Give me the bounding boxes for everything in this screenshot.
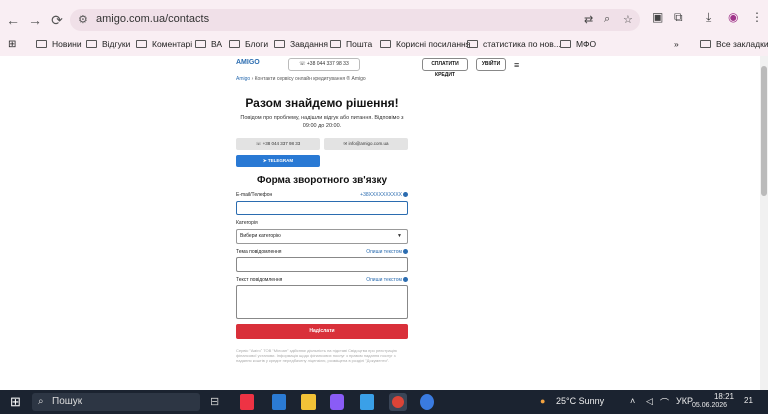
info-icon[interactable] bbox=[403, 277, 408, 283]
search-icon: ⌕ bbox=[38, 396, 44, 407]
menu-icon[interactable]: ⋮ bbox=[751, 10, 763, 24]
explorer-app-icon[interactable] bbox=[301, 394, 316, 410]
bookmark-folder[interactable]: Завдання bbox=[274, 37, 328, 51]
email-field[interactable] bbox=[236, 201, 408, 215]
bookmarks-overflow[interactable]: » bbox=[674, 37, 679, 51]
message-label: Текст повідомлення bbox=[236, 277, 283, 283]
bookmark-folder[interactable]: Корисні посилання bbox=[380, 37, 470, 51]
message-hint: Опиши текстом bbox=[366, 277, 408, 283]
chevron-down-icon: ▼ bbox=[397, 233, 402, 239]
bookmark-folder[interactable]: Пошта bbox=[330, 37, 372, 51]
email-label: E-mail/Телефон bbox=[236, 192, 273, 198]
bookmark-folder[interactable]: Коментарі bbox=[136, 37, 192, 51]
category-select[interactable]: Вибери категорію ▼ bbox=[236, 229, 408, 244]
clock-time[interactable]: 18:21 bbox=[698, 392, 734, 401]
contact-email-button[interactable]: ✉ info@amigo.com.ua bbox=[324, 138, 408, 150]
scroll-thumb[interactable] bbox=[761, 66, 767, 196]
notification-badge[interactable]: 21 bbox=[744, 396, 753, 405]
email-hint: +38XXXXXXXXXX bbox=[360, 192, 408, 198]
bookmark-folder[interactable]: ВА bbox=[195, 37, 222, 51]
subject-label: Тема повідомлення bbox=[236, 249, 282, 255]
network-icon[interactable]: ⌒ bbox=[660, 396, 669, 409]
bookmark-folder[interactable]: Новини bbox=[36, 37, 82, 51]
form-title: Форма зворотного зв'язку bbox=[256, 175, 388, 186]
store-app-icon[interactable] bbox=[240, 394, 254, 410]
forward-icon[interactable]: → bbox=[26, 11, 44, 29]
folder-icon bbox=[136, 40, 147, 48]
clock-date[interactable]: 05.06.2026 bbox=[692, 402, 727, 409]
download-icon[interactable]: ⤓ bbox=[706, 10, 711, 25]
all-bookmarks[interactable]: Все закладки bbox=[700, 37, 768, 51]
telegram-app-icon[interactable] bbox=[420, 394, 434, 410]
task-view-icon[interactable]: ⊟ bbox=[210, 394, 219, 410]
folder-icon bbox=[86, 40, 97, 48]
info-icon[interactable] bbox=[403, 249, 408, 255]
folder-icon bbox=[274, 40, 285, 48]
browser-chrome: ← → ⟳ ⚙ amigo.com.ua/contacts ⇄ ⌕ ☆ ▣ ⧉ … bbox=[0, 0, 768, 56]
url-text: amigo.com.ua/contacts bbox=[96, 13, 210, 25]
translate-icon[interactable]: ⇄ bbox=[584, 13, 593, 26]
pay-credit-button[interactable]: СПЛАТИТИ КРЕДИТ bbox=[422, 58, 468, 78]
bookmark-folder[interactable]: МФО bbox=[560, 37, 596, 51]
bookmarks-bar: ⊞ Новини Відгуки Коментарі ВА Блоги Завд… bbox=[0, 34, 768, 54]
screenshot-icon[interactable]: ▣ bbox=[652, 10, 663, 24]
site-logo[interactable]: AMIGO bbox=[236, 59, 260, 66]
category-label: Категорія bbox=[236, 220, 258, 226]
hamburger-menu-icon[interactable]: ≡ bbox=[514, 60, 519, 70]
subject-hint: Опиши текстом bbox=[366, 249, 408, 255]
taskbar-search[interactable]: ⌕ Пошук bbox=[32, 393, 200, 411]
taskbar: ⊞ ⌕ Пошук ⊟ ● 25°C Sunny ˄ ◁ ⌒ УКР 18:21 … bbox=[0, 390, 768, 414]
legal-text: Сервіс "Амігоˮ ТОВ "Мілоан" здійснює дія… bbox=[236, 348, 397, 363]
app-icon[interactable] bbox=[360, 394, 374, 410]
web-page: AMIGO ☏ +38 044 337 98 33 СПЛАТИТИ КРЕДИ… bbox=[0, 56, 768, 390]
subject-field[interactable] bbox=[236, 257, 408, 272]
profile-icon[interactable]: ◉ bbox=[728, 10, 738, 24]
breadcrumb-home[interactable]: Amigo bbox=[236, 76, 250, 82]
folder-icon bbox=[467, 40, 478, 48]
reload-icon[interactable]: ⟳ bbox=[48, 11, 66, 29]
tray-chevron-icon[interactable]: ˄ bbox=[630, 396, 635, 406]
address-bar[interactable]: ⚙ amigo.com.ua/contacts ⇄ ⌕ ☆ bbox=[70, 9, 640, 31]
mail-app-icon[interactable] bbox=[272, 394, 286, 410]
weather-icon: ● bbox=[540, 396, 546, 406]
chrome-app-icon[interactable] bbox=[389, 393, 407, 411]
folder-icon bbox=[36, 40, 47, 48]
breadcrumb-current: Контакти сервісу онлайн кредитування ® A… bbox=[254, 76, 366, 82]
submit-button[interactable]: Надіслати bbox=[236, 324, 408, 339]
scrollbar[interactable] bbox=[760, 56, 768, 390]
breadcrumb: Amigo › Контакти сервісу онлайн кредитув… bbox=[236, 76, 366, 82]
folder-icon bbox=[560, 40, 571, 48]
header-phone[interactable]: ☏ +38 044 337 98 33 bbox=[288, 58, 360, 71]
bookmark-star-icon[interactable]: ☆ bbox=[623, 13, 633, 26]
bookmark-folder[interactable]: Відгуки bbox=[86, 37, 130, 51]
page-title: Разом знайдемо рішення! bbox=[245, 96, 399, 110]
info-icon[interactable] bbox=[403, 192, 408, 198]
folder-icon bbox=[195, 40, 206, 48]
contact-phone-button[interactable]: ☏ +38 044 337 98 33 bbox=[236, 138, 320, 150]
speaker-icon[interactable]: ◁ bbox=[646, 396, 653, 407]
language-indicator[interactable]: УКР bbox=[676, 396, 693, 406]
nav-row: ← → ⟳ ⚙ amigo.com.ua/contacts ⇄ ⌕ ☆ ▣ ⧉ … bbox=[0, 6, 768, 34]
folder-icon bbox=[380, 40, 391, 48]
folder-icon bbox=[229, 40, 240, 48]
zoom-icon[interactable]: ⌕ bbox=[604, 13, 610, 26]
telegram-button[interactable]: ➤ TELEGRAM bbox=[236, 155, 320, 167]
bookmark-folder[interactable]: статистика по нов... bbox=[467, 37, 561, 51]
site-info-icon[interactable]: ⚙ bbox=[78, 13, 88, 26]
weather-text[interactable]: 25°C Sunny bbox=[556, 396, 604, 406]
folder-icon bbox=[330, 40, 341, 48]
back-icon[interactable]: ← bbox=[4, 11, 22, 29]
message-textarea[interactable] bbox=[236, 285, 408, 319]
apps-icon[interactable]: ⊞ bbox=[8, 37, 16, 51]
extensions-icon[interactable]: ⧉ bbox=[674, 10, 683, 25]
bookmark-folder[interactable]: Блоги bbox=[229, 37, 268, 51]
windows-start-icon[interactable]: ⊞ bbox=[10, 394, 21, 410]
page-subtitle: Повідом про проблему, надішли відгук або… bbox=[240, 115, 404, 129]
login-button[interactable]: УВІЙТИ bbox=[476, 58, 506, 71]
copilot-app-icon[interactable] bbox=[330, 394, 344, 410]
folder-icon bbox=[700, 40, 711, 48]
